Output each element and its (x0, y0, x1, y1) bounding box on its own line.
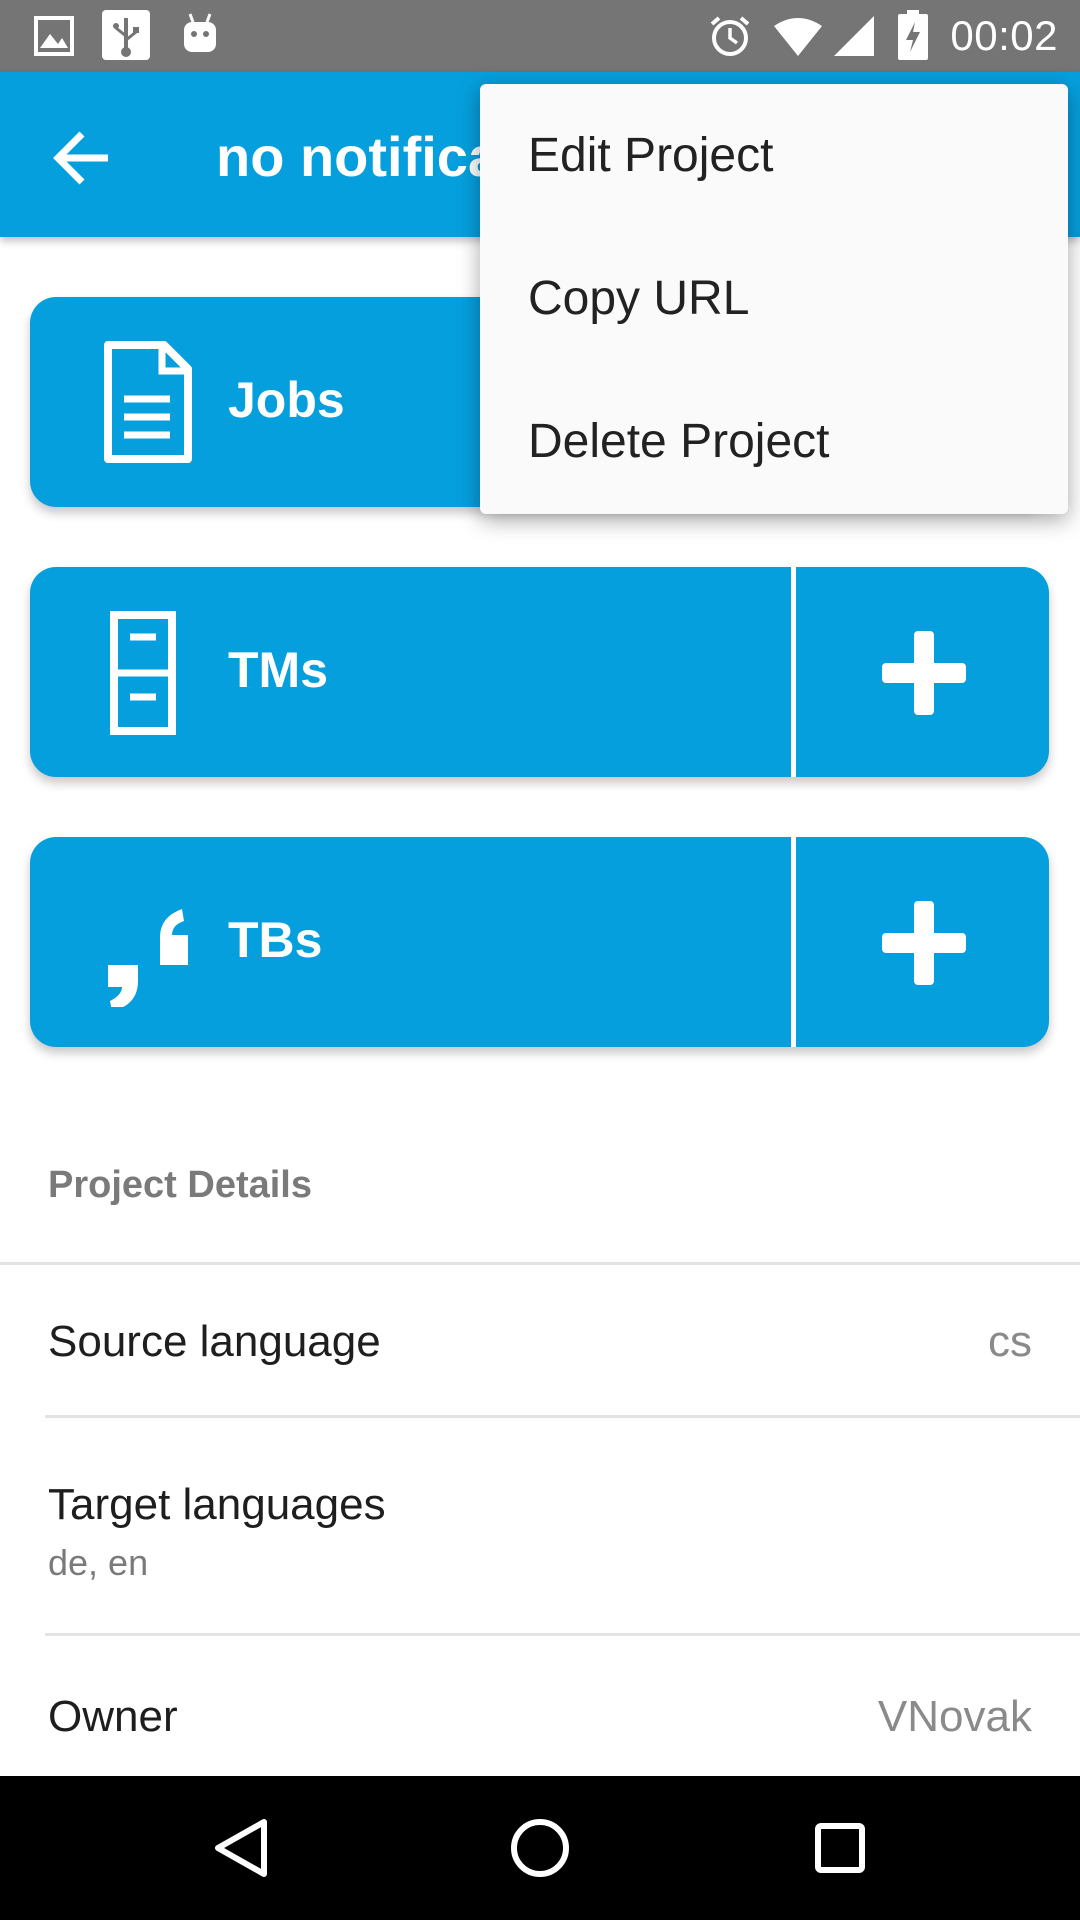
back-triangle-icon (215, 1819, 267, 1877)
back-button[interactable] (40, 114, 128, 202)
quote-icon (108, 909, 188, 1007)
arrow-back-icon (53, 131, 108, 185)
plus-icon (882, 631, 966, 715)
nav-back-button[interactable] (196, 1804, 284, 1892)
tbs-card[interactable]: TBs (30, 837, 1049, 1047)
jobs-label: Jobs (228, 372, 345, 428)
add-tm-button[interactable] (796, 567, 1049, 777)
android-icon (184, 13, 216, 52)
battery-charging-icon (898, 10, 928, 60)
status-bar: 00:02 (0, 0, 1080, 72)
recents-square-icon (815, 1823, 865, 1873)
menu-item-label: Delete Project (528, 415, 830, 468)
menu-item-edit-project[interactable]: Edit Project (480, 84, 1068, 227)
tms-label: TMs (228, 642, 328, 698)
source-language-label: Source language (48, 1317, 381, 1366)
owner-value: VNovak (877, 1692, 1032, 1741)
section-header: Project Details (48, 1164, 312, 1206)
signal-icon (834, 16, 874, 56)
owner-row[interactable]: Owner VNovak (0, 1636, 1080, 1776)
wifi-icon (774, 18, 822, 56)
menu-item-label: Copy URL (528, 272, 750, 325)
target-languages-label: Target languages (48, 1480, 386, 1529)
alarm-icon (710, 16, 750, 56)
target-languages-value: de, en (48, 1542, 149, 1583)
home-circle-icon (511, 1819, 569, 1877)
tms-card[interactable]: TMs (30, 567, 1049, 777)
usb-icon (102, 10, 150, 60)
target-languages-row[interactable]: Target languages de, en (0, 1418, 1080, 1633)
nav-home-button[interactable] (496, 1804, 584, 1892)
overflow-menu: Edit Project Copy URL Delete Project (480, 84, 1068, 514)
navigation-bar (0, 1776, 1080, 1920)
plus-icon (882, 901, 966, 985)
document-icon (104, 341, 192, 463)
source-language-value: cs (988, 1317, 1032, 1366)
source-language-row[interactable]: Source language cs (0, 1265, 1080, 1415)
image-icon (34, 16, 74, 56)
menu-item-delete-project[interactable]: Delete Project (480, 370, 1068, 513)
owner-label: Owner (48, 1692, 178, 1741)
nav-recents-button[interactable] (796, 1804, 884, 1892)
add-tb-button[interactable] (796, 837, 1049, 1047)
status-time: 00:02 (950, 12, 1058, 59)
file-cabinet-icon (110, 611, 176, 735)
tbs-label: TBs (228, 912, 323, 968)
menu-item-copy-url[interactable]: Copy URL (480, 227, 1068, 370)
menu-item-label: Edit Project (528, 129, 774, 182)
